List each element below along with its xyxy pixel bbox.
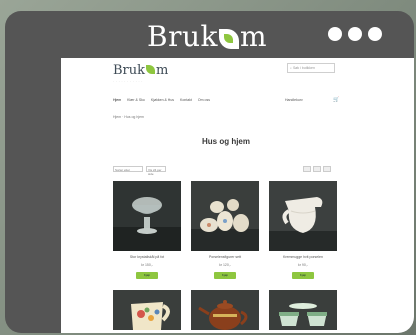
breadcrumb: Hjem · Hus og hjem <box>113 115 144 119</box>
per-page-select[interactable]: Vis 24 per side <box>146 166 166 176</box>
buy-button[interactable]: Kjøp <box>136 272 158 279</box>
list-view-icon[interactable] <box>313 166 321 172</box>
cart-link[interactable]: Handlekurv <box>285 98 303 102</box>
search-input[interactable]: ⌕ Søk i butikken <box>287 63 335 73</box>
grid-view-icon[interactable] <box>303 166 311 172</box>
nav-item-contact[interactable]: Kontakt <box>180 98 192 102</box>
site-logo-right: m <box>156 63 169 78</box>
site-logo-leaf-icon <box>146 65 156 74</box>
search-placeholder: Søk i butikken <box>292 66 315 70</box>
product-card[interactable] <box>113 290 181 330</box>
product-name[interactable]: Porselensfigurer sett <box>191 255 259 259</box>
app-title-left: Bruk <box>147 20 218 53</box>
main-nav: Hjem Klær & Sko Kjøkken & Hus Kontakt Om… <box>113 98 210 102</box>
compact-view-icon[interactable] <box>323 166 331 172</box>
product-image[interactable] <box>113 181 181 251</box>
product-card[interactable] <box>269 290 337 330</box>
product-image[interactable] <box>269 290 337 330</box>
menu-dot-icon[interactable] <box>368 27 382 41</box>
product-price: kr 150,- <box>141 263 153 267</box>
product-name[interactable]: Kremmugge hvit porselen <box>269 255 337 259</box>
page-title: Hus og hjem <box>201 137 250 146</box>
app-title-right: m <box>239 20 268 53</box>
cart-icon[interactable]: 🛒 <box>333 97 339 103</box>
site-logo[interactable]: Bruk m <box>113 63 168 78</box>
nav-item-home[interactable]: Hjem <box>113 98 121 102</box>
sort-select[interactable]: Sorter etter <box>113 166 143 172</box>
product-image[interactable] <box>191 290 259 330</box>
leaf-logo-icon <box>218 29 239 49</box>
nav-item-clothes[interactable]: Klær & Sko <box>127 98 145 102</box>
product-image[interactable] <box>269 181 337 251</box>
app-window: Bruk m Bruk m · · · · · · · · · · · ⌕ Søk … <box>5 11 414 333</box>
nav-item-about[interactable]: Om oss <box>198 98 210 102</box>
product-name[interactable]: Stor krystallskål på fot <box>113 255 181 259</box>
site-logo-left: Bruk <box>113 63 146 78</box>
webpage: Bruk m · · · · · · · · · · · ⌕ Søk i buti… <box>61 58 414 333</box>
product-card[interactable]: Stor krystallskål på fot kr 150,- Kjøp <box>113 181 181 279</box>
product-card[interactable]: Kremmugge hvit porselen kr 90,- Kjøp <box>269 181 337 279</box>
product-card[interactable] <box>191 290 259 330</box>
buy-button[interactable]: Kjøp <box>214 272 236 279</box>
product-price: kr 120,- <box>219 263 231 267</box>
product-image[interactable] <box>191 181 259 251</box>
webpage-viewport: Bruk m · · · · · · · · · · · ⌕ Søk i buti… <box>5 58 414 333</box>
product-image[interactable] <box>113 290 181 330</box>
buy-button[interactable]: Kjøp <box>292 272 314 279</box>
window-menu[interactable] <box>328 27 382 41</box>
view-toggle <box>303 166 331 172</box>
app-title: Bruk m <box>147 19 267 55</box>
site-tagline: · · · · · · · · · · · <box>113 79 143 83</box>
menu-dot-icon[interactable] <box>348 27 362 41</box>
product-price: kr 90,- <box>298 263 308 267</box>
product-card[interactable]: Porselensfigurer sett kr 120,- Kjøp <box>191 181 259 279</box>
menu-dot-icon[interactable] <box>328 27 342 41</box>
sort-controls: Sorter etter Vis 24 per side <box>113 166 166 176</box>
nav-item-kitchen[interactable]: Kjøkken & Hus <box>151 98 174 102</box>
